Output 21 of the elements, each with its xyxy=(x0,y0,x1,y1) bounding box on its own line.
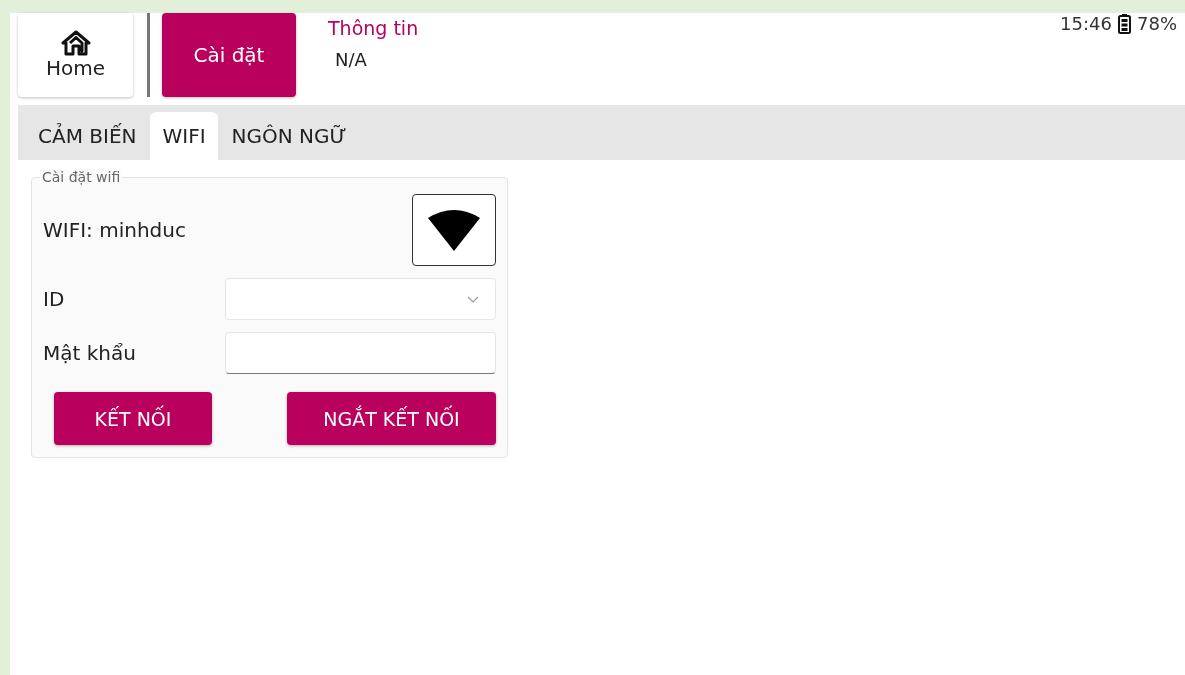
clock-time: 15:46 xyxy=(1060,13,1112,34)
battery-icon xyxy=(1118,13,1131,34)
chevron-down-icon xyxy=(467,295,479,303)
tab[interactable]: NGÔN NGỮ xyxy=(219,112,359,160)
home-icon xyxy=(60,30,91,56)
tab[interactable]: CẢM BIẾN xyxy=(26,112,149,160)
field-label: ID xyxy=(43,287,66,311)
wifi-button[interactable] xyxy=(412,194,496,266)
wifi-icon xyxy=(426,208,482,252)
battery-percent: 78% xyxy=(1137,13,1177,34)
password-field[interactable] xyxy=(225,332,496,374)
disconnect-button[interactable]: NGẮT KẾT NỐI xyxy=(287,392,496,445)
nav-button[interactable]: Cài đặt xyxy=(162,13,296,97)
wifi-name: WIFI: minhduc xyxy=(43,218,186,242)
tab[interactable]: WIFI xyxy=(150,112,218,160)
field-label: Mật khẩu xyxy=(43,341,137,365)
home-button[interactable]: Home xyxy=(18,13,133,97)
connect-button[interactable]: KẾT NỐI xyxy=(54,392,212,445)
group-legend: Cài đặt wifi xyxy=(40,169,123,185)
info-value: N/A xyxy=(335,49,368,70)
info-title: Thông tin xyxy=(328,17,419,39)
